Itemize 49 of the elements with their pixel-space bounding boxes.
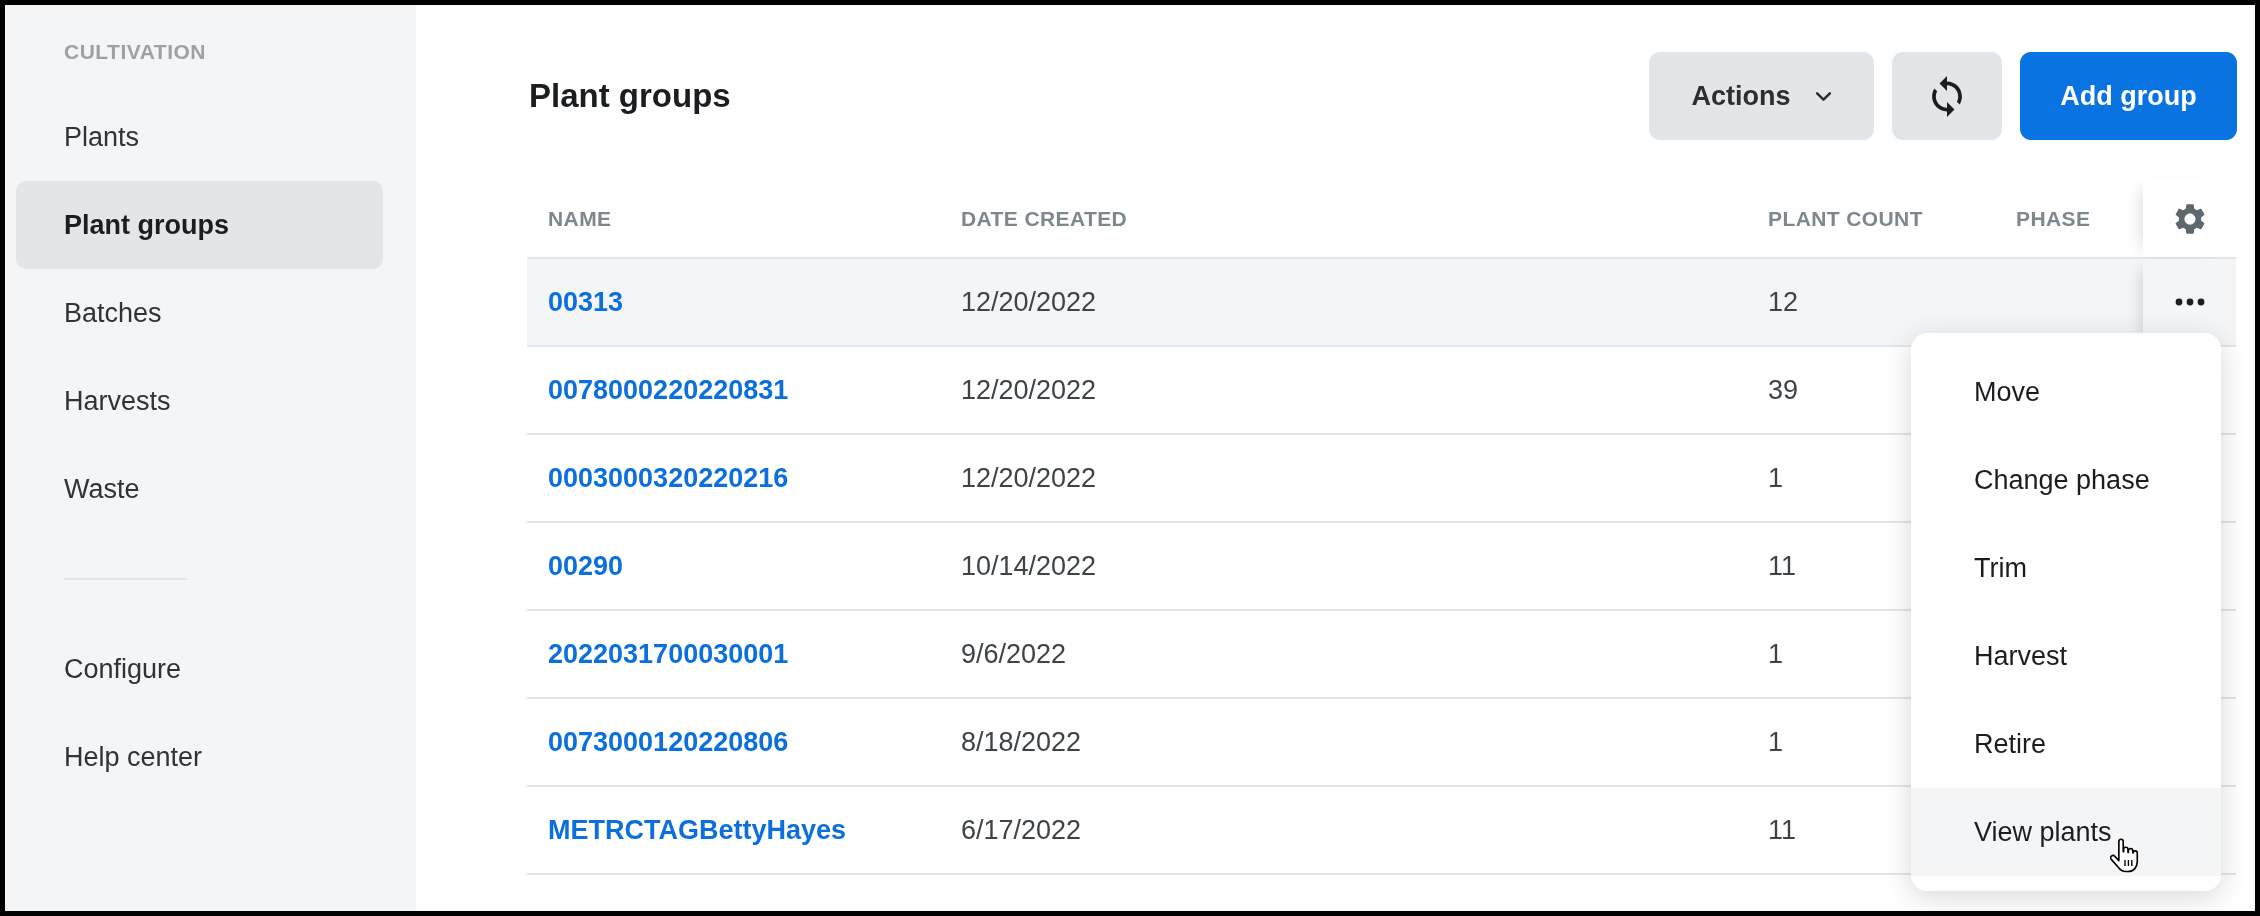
table-cell: 11	[1768, 550, 1797, 582]
menu-item[interactable]: Change phase	[1911, 436, 2221, 524]
group-name-link[interactable]: 0073000120220806	[548, 726, 789, 758]
nav-item[interactable]: Harvests	[16, 357, 383, 445]
nav-item[interactable]: Plant groups	[16, 181, 383, 269]
table-cell: 39	[1768, 374, 1799, 406]
table-cell: 12/20/2022	[961, 374, 1097, 406]
menu-item[interactable]: Retire	[1911, 700, 2221, 788]
chevron-down-icon	[1814, 90, 1832, 102]
nav-item[interactable]: Batches	[16, 269, 383, 357]
group-name-link[interactable]: METRCTAGBettyHayes	[548, 814, 847, 846]
nav-item[interactable]: Configure	[16, 625, 383, 713]
table-cell: 1	[1768, 726, 1784, 758]
table-cell: 9/6/2022	[961, 638, 1067, 670]
table-cell: 6/17/2022	[961, 814, 1082, 846]
page-title: Plant groups	[529, 77, 731, 115]
column-header: PHASE	[2016, 206, 2091, 231]
menu-item[interactable]: Harvest	[1911, 612, 2221, 700]
group-name-link[interactable]: 0003000320220216	[548, 462, 789, 494]
pointer-hand-icon	[2110, 838, 2140, 873]
actions-button[interactable]: Actions	[1649, 52, 1874, 140]
table-cell: 12	[1768, 286, 1799, 318]
group-name-link[interactable]: 2022031700030001	[548, 638, 789, 670]
table-cell: 1	[1768, 638, 1784, 670]
nav-item[interactable]: Waste	[16, 445, 383, 533]
menu-item[interactable]: Trim	[1911, 524, 2221, 612]
more-icon[interactable]	[2174, 298, 2205, 306]
table-cell: 10/14/2022	[961, 550, 1097, 582]
settings-icon[interactable]	[2174, 203, 2205, 234]
table-cell: 12/20/2022	[961, 462, 1097, 494]
table-cell: 8/18/2022	[961, 726, 1082, 758]
column-header: PLANT COUNT	[1768, 206, 1923, 231]
menu-item[interactable]: View plants	[1911, 788, 2221, 876]
table-row[interactable]: 00313 12/20/2022 12	[527, 259, 2236, 347]
menu-item[interactable]: Move	[1911, 348, 2221, 436]
group-name-link[interactable]: 00290	[548, 550, 624, 582]
refresh-icon	[1932, 75, 1962, 117]
section-heading: CULTIVATION	[63, 39, 207, 65]
column-header: DATE CREATED	[961, 206, 1128, 231]
group-name-link[interactable]: 00313	[548, 286, 624, 318]
group-name-link[interactable]: 0078000220220831	[548, 374, 789, 406]
nav-item[interactable]: Help center	[16, 713, 383, 801]
table-cell: 11	[1768, 814, 1797, 846]
table-cell: 12/20/2022	[961, 286, 1097, 318]
column-header: NAME	[548, 206, 612, 231]
add-group-button[interactable]: Add group	[2020, 52, 2237, 140]
table-cell: 1	[1768, 462, 1784, 494]
nav-item[interactable]: Plants	[16, 93, 383, 181]
refresh-button[interactable]	[1892, 52, 2002, 140]
